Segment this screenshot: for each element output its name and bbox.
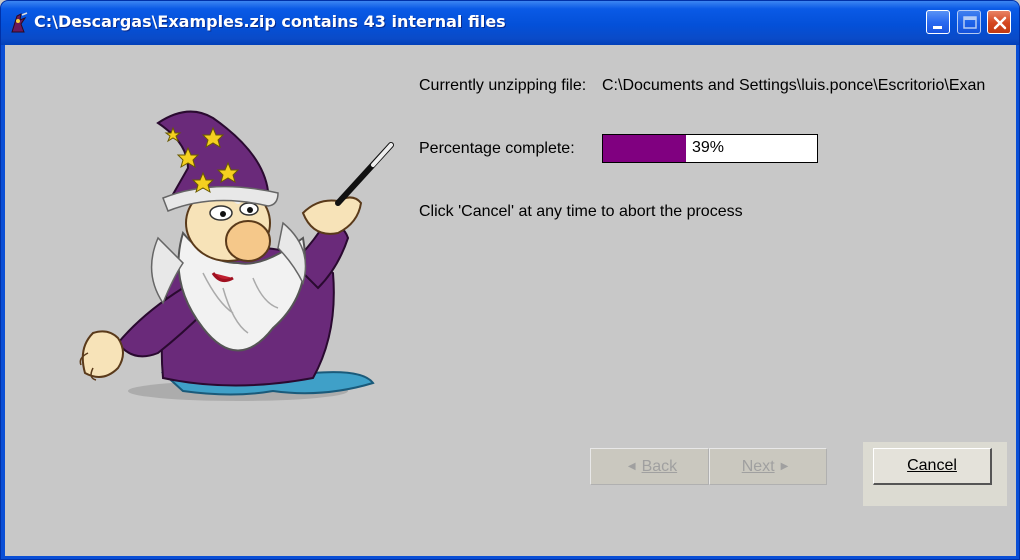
progress-percent-text: 39% (692, 139, 725, 156)
next-button-label: Next (741, 457, 775, 475)
minimize-icon (933, 26, 942, 29)
triangle-right-icon: ▶ (780, 461, 789, 472)
progress-fill (603, 135, 687, 162)
cancel-hint: Click 'Cancel' at any time to abort the … (419, 203, 743, 220)
minimize-button[interactable] (926, 10, 950, 34)
close-button[interactable] (987, 10, 1011, 34)
title-bar[interactable]: C:\Descargas\Examples.zip contains 43 in… (1, 1, 1019, 45)
progress-bar: 39% (602, 134, 818, 163)
close-icon (993, 16, 1007, 30)
maximize-icon (963, 16, 977, 29)
next-button[interactable]: Next ▶ (709, 448, 827, 485)
cancel-button[interactable]: Cancel (873, 448, 992, 485)
triangle-left-icon: ◀ (627, 461, 636, 472)
window-title: C:\Descargas\Examples.zip contains 43 in… (34, 12, 506, 31)
current-file-path: C:\Documents and Settings\luis.ponce\Esc… (602, 77, 986, 94)
unzip-window: C:\Descargas\Examples.zip contains 43 in… (0, 0, 1020, 560)
current-file-label: Currently unzipping file: (419, 77, 587, 94)
maximize-button[interactable] (957, 10, 981, 34)
back-button-label: Back (641, 457, 678, 475)
wizard-app-icon[interactable] (9, 12, 29, 34)
percentage-label: Percentage complete: (419, 140, 575, 157)
cancel-button-label: Cancel (907, 457, 957, 474)
back-button[interactable]: ◀ Back (590, 448, 709, 485)
wizard-illustration (79, 110, 394, 401)
